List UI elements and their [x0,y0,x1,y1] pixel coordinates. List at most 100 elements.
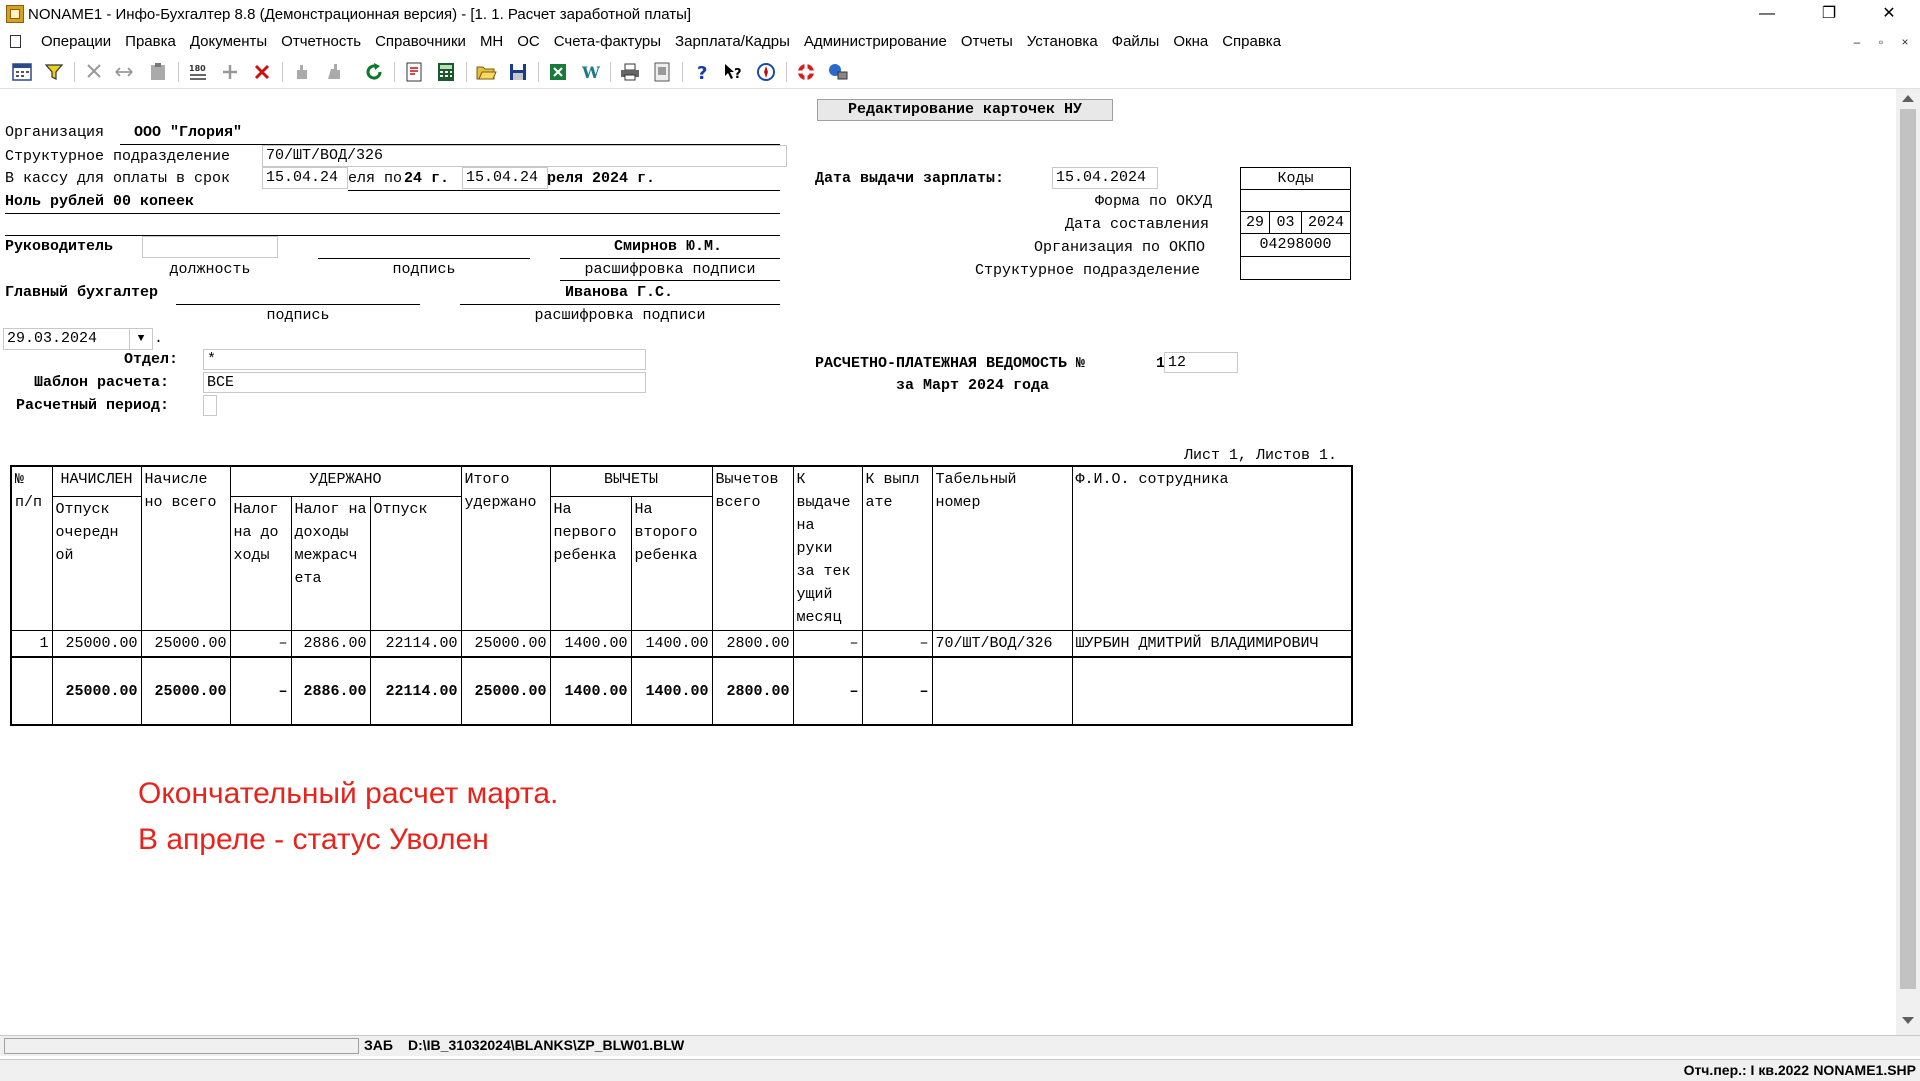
caption-decoding: расшифровка подписи [584,261,756,278]
calculator-icon[interactable] [434,60,458,84]
menu-references[interactable]: Справочники [368,33,473,51]
svg-text:?: ? [734,67,742,82]
menu-invoices[interactable]: Счета-фактуры [547,33,668,51]
pay-date-field[interactable]: 15.04.2024 [1052,167,1158,189]
move-icon[interactable] [112,60,136,84]
delete-icon[interactable] [250,60,274,84]
preview-icon[interactable] [650,60,674,84]
chief-label: Главный бухгалтер [5,284,159,301]
app-icon[interactable] [6,5,24,23]
open-folder-icon[interactable] [474,60,498,84]
svg-text:?: ? [697,63,707,83]
kassa-mid-text: еля по [348,170,403,187]
statement-period: за Март 2024 года [896,377,1050,394]
help-icon[interactable]: ? [690,60,714,84]
refresh-icon[interactable] [362,60,386,84]
menu-reporting[interactable]: Отчетность [274,33,368,51]
mdi-close-button[interactable]: × [1894,33,1916,51]
scroll-thumb[interactable] [1900,109,1916,989]
period-label: Расчетный период: [16,397,170,414]
close-button[interactable]: ✕ [1866,0,1912,30]
kassa-to-field[interactable]: 15.04.24 [462,167,548,189]
menu-bar: Операции Правка Документы Отчетность Спр… [0,30,1920,54]
header-accrued-vacation: Отпуск очередн ой [51,496,142,631]
excel-icon[interactable] [546,60,570,84]
menu-setup[interactable]: Установка [1020,33,1105,51]
date-comp-month: 03 [1269,211,1302,234]
kassa-from-field[interactable]: 15.04.24 [262,167,348,189]
cell-tab-num[interactable]: 70/ШТ/ВОД/326 [931,630,1073,658]
header-tab-num: Табельный номер [931,465,1073,631]
mdi-minimize-button[interactable]: – [1846,33,1868,51]
report-icon[interactable] [402,60,426,84]
hand-icon[interactable] [290,60,314,84]
org-label: Организация [5,124,105,141]
payroll-table: № п/п НАЧИСЛЕН Начисле но всего УДЕРЖАНО… [10,465,1353,726]
menu-edit[interactable]: Правка [118,33,183,51]
hand2-icon[interactable] [322,60,346,84]
chevron-down-icon[interactable]: ▼ [129,329,152,349]
print-icon[interactable] [618,60,642,84]
menu-operations[interactable]: Операции [34,33,118,51]
status-tag: ЗАБ [364,1037,393,1053]
date-value: 29.03.2024 [7,330,98,347]
save-icon[interactable] [506,60,530,84]
cell-vacation[interactable]: 25000.00 [51,630,142,658]
cell-deduct-total[interactable]: 2800.00 [711,630,794,658]
okud-field [1240,189,1351,212]
date-field[interactable]: 29.03.2024 ▼ [3,328,153,350]
dept-field[interactable]: 70/ШТ/ВОД/326 [262,145,787,167]
word-icon[interactable]: W [578,60,602,84]
scroll-down-icon[interactable] [1902,1017,1914,1024]
cell-withheld-vacation[interactable]: 22114.00 [369,630,462,658]
cell-accrued-total[interactable]: 25000.00 [140,630,231,658]
paste-icon[interactable] [146,60,170,84]
statement-title: РАСЧЕТНО-ПЛАТЕЖНАЯ ВЕДОМОСТЬ № [815,355,1086,372]
org-value: ООО "Глория" [134,124,243,141]
head-position-field[interactable] [142,236,278,258]
cell-second-child[interactable]: 1400.00 [630,630,713,658]
cell-tax[interactable]: – [229,630,292,658]
menu-help[interactable]: Справка [1215,33,1288,51]
minimize-button[interactable]: — [1744,0,1790,30]
cell-tax-interim[interactable]: 2886.00 [290,630,371,658]
cell-to-pay[interactable]: – [792,630,863,658]
toolbar: 180 W ? ? [0,56,1920,89]
date-suffix: . [154,330,164,347]
menu-os[interactable]: ОС [510,33,547,51]
menu-reports[interactable]: Отчеты [954,33,1020,51]
compass-icon[interactable] [754,60,778,84]
network-icon[interactable] [826,60,850,84]
edit-cards-button[interactable]: Редактирование карточек НУ [817,99,1113,121]
cell-first-child[interactable]: 1400.00 [549,630,632,658]
cell-withheld-total[interactable]: 25000.00 [460,630,551,658]
header-accrued-group: НАЧИСЛЕН [51,465,142,497]
menu-salary[interactable]: Зарплата/Кадры [668,33,797,51]
filter-icon[interactable] [42,60,66,84]
cell-paid[interactable]: – [861,630,933,658]
cell-fio[interactable]: ШУРБИН ДМИТРИЙ ВЛАДИМИРОВИЧ [1071,630,1353,658]
calendar-icon[interactable] [10,60,34,84]
mdi-restore-button[interactable]: ▫ [1870,33,1892,51]
help-context-icon[interactable]: ? [722,60,746,84]
lifebuoy-icon[interactable] [794,60,818,84]
plus-icon[interactable] [218,60,242,84]
scroll-up-icon[interactable] [1902,95,1914,102]
menu-documents[interactable]: Документы [183,33,274,51]
counter-icon[interactable]: 180 [186,60,210,84]
menu-admin[interactable]: Администрирование [797,33,954,51]
menu-files[interactable]: Файлы [1105,33,1167,51]
period-checkbox[interactable] [203,395,217,416]
menu-windows[interactable]: Окна [1166,33,1215,51]
menu-mn[interactable]: МН [473,33,510,51]
template-field[interactable]: ВСЕ [203,372,646,393]
restore-button[interactable]: ❐ [1806,0,1852,30]
cut-icon[interactable] [82,60,106,84]
vertical-scrollbar[interactable] [1896,89,1920,1035]
document-icon[interactable] [10,35,21,48]
otdel-field[interactable]: * [203,349,646,370]
total-accrued: 25000.00 [140,656,231,726]
table-row[interactable]: 1 25000.00 25000.00 – 2886.00 22114.00 2… [10,630,1353,658]
date-comp-day: 29 [1240,211,1270,234]
statement-number-field[interactable]: 12 [1164,352,1238,373]
